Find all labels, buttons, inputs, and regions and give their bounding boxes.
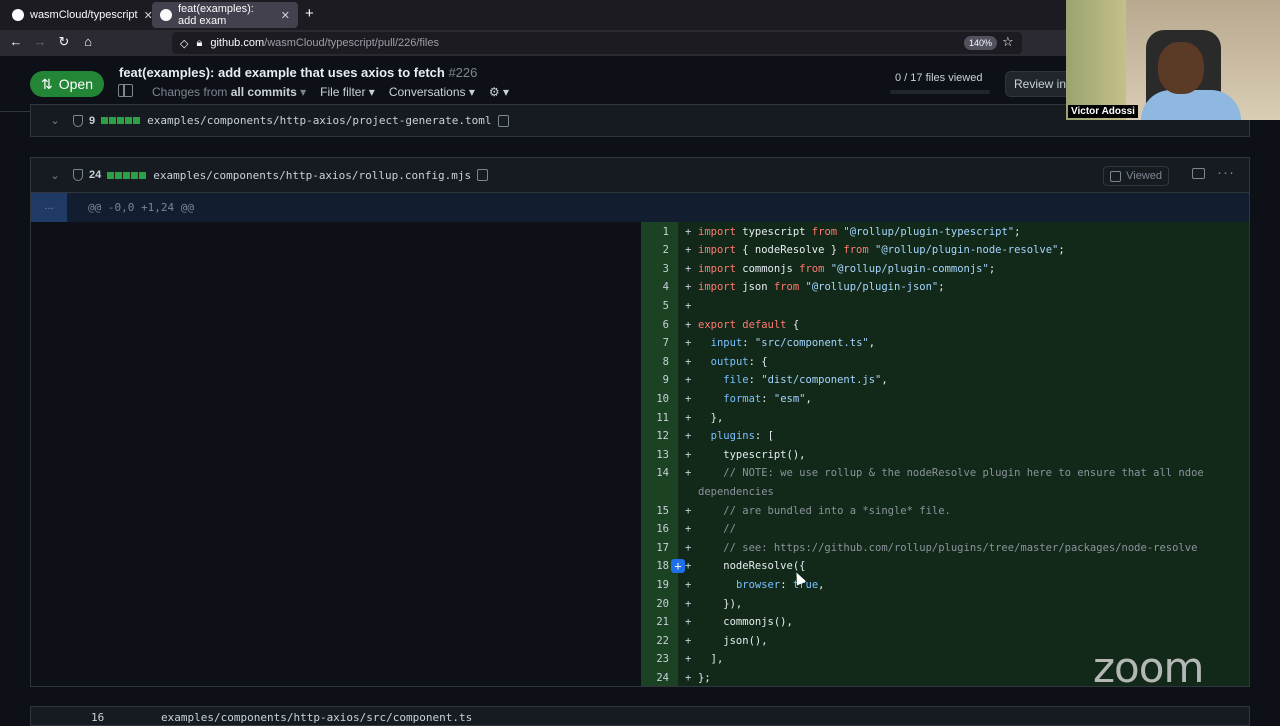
pr-status-badge: ⇅ Open	[30, 71, 104, 97]
collapse-chevron-icon[interactable]: ⌄	[47, 169, 63, 182]
more-options-icon[interactable]: ···	[1217, 164, 1235, 181]
tab-title: wasmCloud/typescript	[30, 9, 138, 21]
github-icon	[12, 9, 24, 21]
lock-icon: 🔒︎	[196, 36, 203, 49]
back-icon[interactable]: ←	[7, 34, 25, 49]
participant-name: Victor Adossi	[1068, 105, 1138, 118]
shirt	[1141, 90, 1241, 120]
forward-icon[interactable]: →	[31, 34, 49, 49]
shield-icon	[73, 169, 83, 181]
file-name[interactable]: examples/components/http-axios/project-g…	[147, 114, 491, 127]
checkbox-icon	[1110, 170, 1122, 182]
comment-icon[interactable]	[1192, 168, 1205, 179]
settings-gear-icon[interactable]: ⚙ ▾	[489, 85, 509, 99]
url-bar[interactable]: ◇ 🔒︎ github.com/wasmCloud/typescript/pul…	[172, 32, 1022, 54]
copy-icon[interactable]	[477, 169, 489, 181]
file-tree-toggle-icon[interactable]	[118, 84, 133, 97]
pull-request-icon: ⇅	[41, 75, 53, 92]
url-path: /wasmCloud/typescript/pull/226/files	[264, 37, 439, 49]
pr-title: feat(examples): add example that uses ax…	[119, 65, 477, 80]
participant-head	[1158, 42, 1204, 94]
file-header: ⌄ 24 examples/components/http-axios/roll…	[30, 157, 1250, 193]
file-header: 16 examples/components/http-axios/src/co…	[30, 706, 1250, 726]
conversations-label: Conversations	[388, 85, 466, 99]
collapse-chevron-icon[interactable]: ⌄	[47, 114, 63, 127]
pr-status-label: Open	[58, 76, 93, 92]
github-icon	[160, 9, 172, 21]
hunk-header: @@ -0,0 +1,24 @@	[88, 201, 194, 214]
shield-icon	[73, 114, 83, 127]
new-tab-button[interactable]: +	[305, 5, 314, 22]
viewed-label: Viewed	[1126, 170, 1162, 182]
hunk-header-row: ... @@ -0,0 +1,24 @@	[31, 193, 1249, 222]
changes-from-label: Changes from	[152, 85, 228, 99]
changes-count: 24	[89, 169, 102, 181]
close-tab-icon[interactable]: ✕	[281, 9, 290, 22]
diffstat-blocks	[101, 117, 141, 124]
changes-from-value: all commits	[230, 85, 297, 99]
diffstat-blocks	[107, 171, 147, 179]
tab-wasmcloud-typescript[interactable]: wasmCloud/typescript ✕	[4, 2, 153, 28]
files-viewed-progress	[890, 90, 990, 94]
file-filter-label: File filter	[320, 85, 366, 99]
file-name[interactable]: examples/components/http-axios/rollup.co…	[153, 169, 471, 182]
home-icon[interactable]: ⌂	[79, 34, 97, 49]
added-lines-pane: 1 + import typescript from "@rollup/plugin…	[641, 222, 1249, 686]
shield-icon: ◇	[180, 37, 189, 50]
pr-number: #226	[448, 65, 478, 80]
participant-video: Victor Adossi	[1066, 0, 1280, 120]
bookmark-star-icon[interactable]: ☆	[1002, 34, 1014, 50]
files-viewed-count: 0 / 17 files viewed	[895, 72, 983, 84]
add-comment-button[interactable]: +	[671, 559, 685, 574]
file-filter-dropdown[interactable]: File filter ▾	[320, 85, 375, 99]
tab-title: feat(examples): add exam	[178, 3, 254, 27]
changes-count: 9	[89, 114, 96, 127]
reload-icon[interactable]: ↻	[55, 34, 73, 50]
tab-pull-request[interactable]: feat(examples): add exam ✕	[152, 2, 298, 28]
file-name[interactable]: examples/components/http-axios/src/compo…	[161, 711, 472, 724]
conversations-dropdown[interactable]: Conversations ▾	[389, 85, 475, 99]
url-host: github.com	[210, 37, 265, 49]
zoom-logo: zoom	[1093, 643, 1204, 692]
zoom-level-badge[interactable]: 140%	[964, 36, 998, 50]
copy-icon[interactable]	[497, 114, 509, 127]
changes-from-dropdown[interactable]: Changes from all commits ▾	[152, 85, 306, 99]
changes-count: 16	[91, 711, 105, 724]
viewed-checkbox[interactable]: Viewed	[1103, 166, 1169, 186]
pr-toolbar: Changes from all commits ▾ File filter ▾…	[152, 85, 509, 99]
expand-hunk-button[interactable]: ...	[31, 193, 67, 222]
curtain	[1066, 0, 1126, 120]
diff-body: ... @@ -0,0 +1,24 @@ 1 + import typescript…	[30, 193, 1250, 687]
pr-title-text: feat(examples): add example that uses ax…	[119, 65, 445, 80]
